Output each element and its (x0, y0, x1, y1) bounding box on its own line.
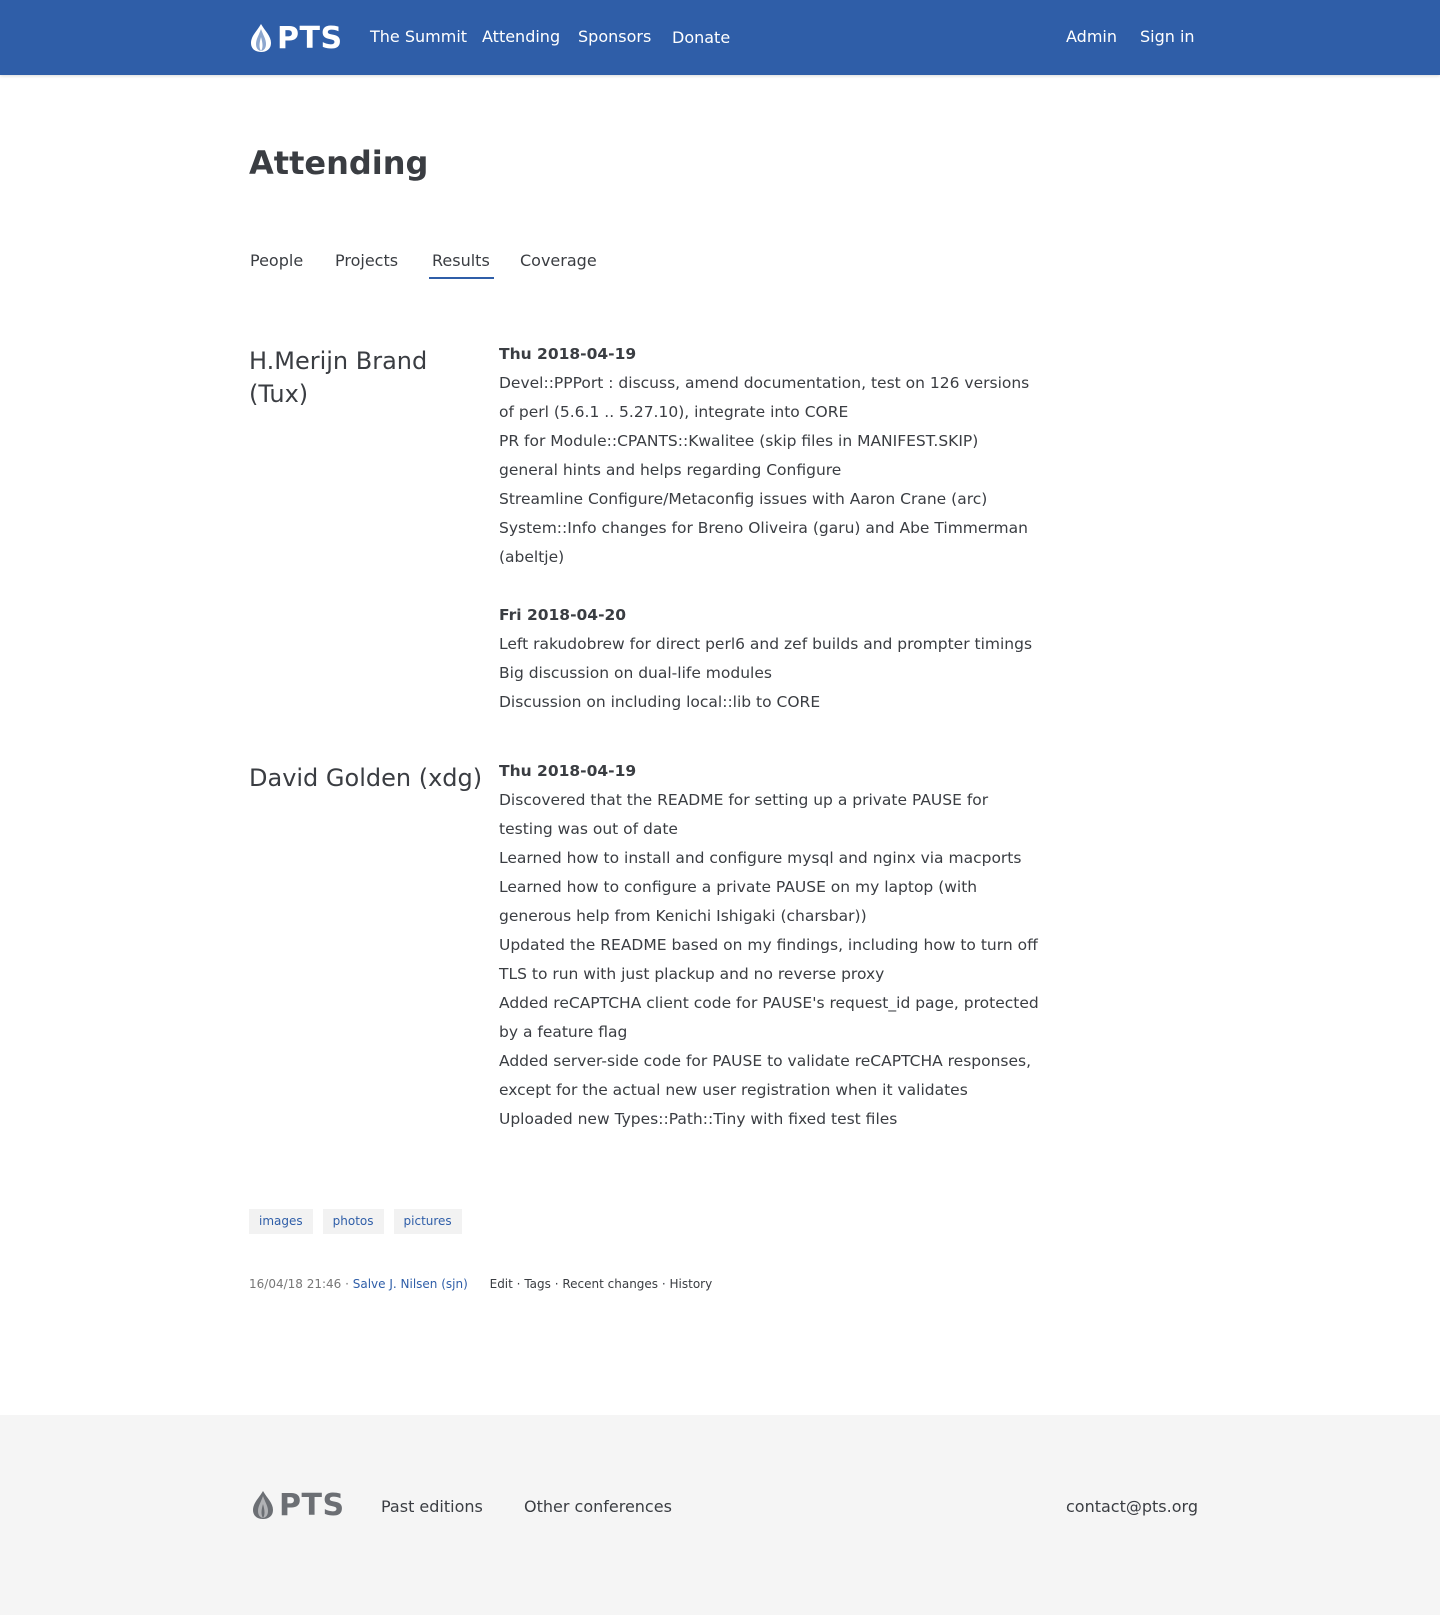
logo-text: PTS (277, 20, 343, 56)
person-name: H.Merijn Brand (Tux) (249, 347, 428, 408)
day-date: Fri 2018-04-20 (499, 606, 627, 624)
nav-sponsors[interactable]: Sponsors (578, 27, 651, 46)
pts-logo-icon (251, 24, 271, 52)
active-tab-indicator (429, 277, 494, 279)
page-title: Attending (249, 144, 429, 182)
result-item: Added reCAPTCHA client code for PAUSE's … (499, 994, 1039, 1041)
tag-list: images photos pictures (249, 1209, 462, 1234)
footer-other-conferences[interactable]: Other conferences (524, 1497, 672, 1516)
result-item: Big discussion on dual-life modules (499, 664, 772, 682)
last-modified-timestamp: 16/04/18 21:46 (249, 1277, 342, 1291)
meta-separator: · (341, 1277, 353, 1291)
tags-link[interactable]: Tags (524, 1277, 551, 1291)
site-footer: PTS Past editions Other conferences cont… (0, 1415, 1440, 1615)
footer-contact-email[interactable]: contact@pts.org (1066, 1497, 1198, 1516)
tab-coverage[interactable]: Coverage (520, 251, 597, 270)
author-link[interactable]: Salve J. Nilsen (sjn) (353, 1277, 468, 1291)
recent-changes-link[interactable]: Recent changes (562, 1277, 658, 1291)
meta-separator: · (550, 1277, 563, 1291)
tab-projects[interactable]: Projects (335, 251, 398, 270)
day-date: Thu 2018-04-19 (499, 345, 637, 363)
result-item: Learned how to configure a private PAUSE… (499, 878, 978, 925)
pts-logo-icon (253, 1491, 273, 1519)
meta-separator: · (658, 1277, 670, 1291)
result-item: PR for Module::CPANTS::Kwalitee (skip fi… (499, 432, 979, 450)
result-item: Devel::PPPort : discuss, amend documenta… (499, 374, 1030, 421)
result-item: Discussion on including local::lib to CO… (499, 693, 821, 711)
page-actions: Edit · Tags · Recent changes · History (490, 1277, 713, 1291)
tab-people[interactable]: People (250, 251, 303, 270)
top-navbar: PTS The Summit Attending Sponsors Donate… (0, 0, 1440, 75)
site-logo[interactable]: PTS (249, 20, 343, 56)
footer-past-editions[interactable]: Past editions (381, 1497, 483, 1516)
result-item: System::Info changes for Breno Oliveira … (499, 519, 1028, 566)
tab-results[interactable]: Results (432, 251, 490, 270)
result-item: Left rakudobrew for direct perl6 and zef… (499, 635, 1033, 653)
nav-attending[interactable]: Attending (482, 27, 560, 46)
tag-images[interactable]: images (249, 1209, 313, 1234)
result-item: Streamline Configure/Metaconfig issues w… (499, 490, 988, 508)
result-item: Discovered that the README for setting u… (499, 791, 989, 838)
result-item: Learned how to install and configure mys… (499, 849, 1022, 867)
tag-photos[interactable]: photos (322, 1209, 384, 1234)
nav-sign-in[interactable]: Sign in (1140, 27, 1195, 46)
person-results: Thu 2018-04-19 Devel::PPPort : discuss, … (499, 340, 1039, 717)
result-item: Uploaded new Types::Path::Tiny with fixe… (499, 1110, 898, 1128)
day-date: Thu 2018-04-19 (499, 762, 637, 780)
edit-link[interactable]: Edit (490, 1277, 513, 1291)
nav-admin[interactable]: Admin (1066, 27, 1117, 46)
result-item: general hints and helps regarding Config… (499, 461, 842, 479)
logo-text: PTS (279, 1487, 345, 1523)
page-meta: 16/04/18 21:46 · Salve J. Nilsen (sjn) E… (249, 1277, 712, 1291)
result-item: Updated the README based on my findings,… (499, 936, 1038, 983)
person-results: Thu 2018-04-19 Discovered that the READM… (499, 757, 1039, 1134)
result-item: Added server-side code for PAUSE to vali… (499, 1052, 1032, 1099)
nav-the-summit[interactable]: The Summit (370, 27, 467, 46)
tag-pictures[interactable]: pictures (393, 1209, 462, 1234)
meta-separator: · (512, 1277, 525, 1291)
nav-donate[interactable]: Donate (672, 28, 730, 47)
footer-logo[interactable]: PTS (251, 1487, 345, 1523)
person-name: David Golden (xdg) (249, 764, 483, 792)
history-link[interactable]: History (670, 1277, 713, 1291)
